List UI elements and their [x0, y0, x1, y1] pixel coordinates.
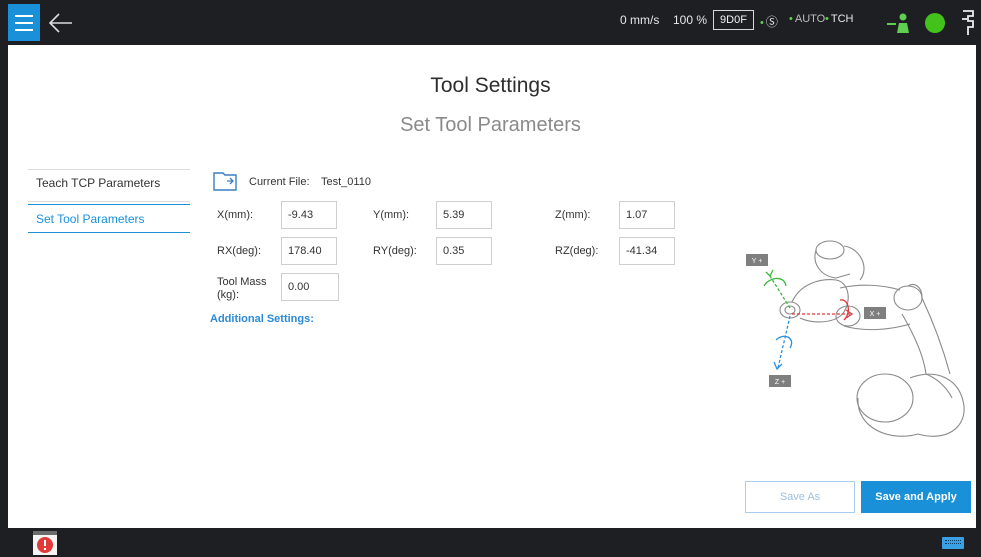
save-as-button[interactable]: Save As — [745, 481, 855, 513]
safety-indicator: • Ⓢ — [760, 15, 778, 29]
folder-open-icon[interactable] — [213, 171, 237, 191]
ry-label: RY(deg): — [373, 245, 417, 257]
ry-input[interactable]: 0.35 — [436, 237, 492, 265]
sidebar-item-set-tool[interactable]: Set Tool Parameters — [36, 212, 145, 226]
speed-readout: 0 mm/s — [620, 13, 660, 27]
error-alert-icon[interactable] — [32, 530, 58, 556]
mode-auto: • AUTO — [789, 13, 826, 25]
robot-connection-icon — [887, 13, 909, 33]
back-arrow-icon[interactable] — [46, 10, 76, 36]
status-indicator-icon — [925, 13, 945, 33]
axis-y-label: Y + — [752, 258, 763, 265]
y-input[interactable]: 5.39 — [436, 201, 492, 229]
z-input[interactable]: 1.07 — [619, 201, 675, 229]
rx-label: RX(deg): — [217, 245, 262, 257]
additional-settings-link[interactable]: Additional Settings: — [210, 313, 314, 325]
hamburger-icon — [15, 14, 33, 17]
rz-input[interactable]: -41.34 — [619, 237, 675, 265]
nav-active-indicator — [28, 204, 190, 205]
nav-active-indicator — [28, 232, 190, 233]
nav-divider — [28, 169, 190, 170]
z-label: Z(mm): — [555, 209, 591, 221]
robot-arm-icon[interactable] — [959, 8, 977, 38]
y-label: Y(mm): — [373, 209, 410, 221]
speed-percent: 100 % — [673, 13, 708, 27]
menu-button[interactable] — [8, 4, 40, 41]
tool-mass-label: Tool Mass — [217, 276, 267, 288]
nav-divider — [28, 201, 190, 202]
page-title: Tool Settings — [430, 74, 551, 97]
top-bar: 0 mm/s 100 % 9D0F • Ⓢ • AUTO • TCH — [0, 0, 981, 45]
bottom-bar — [0, 528, 981, 557]
keyboard-icon[interactable] — [942, 537, 964, 549]
current-file-value: Test_0110 — [321, 176, 371, 188]
x-label: X(mm): — [217, 209, 254, 221]
rx-input[interactable]: 178.40 — [281, 237, 337, 265]
axis-x-label: X + — [870, 311, 881, 318]
tool-mass-unit: (kg): — [217, 289, 239, 301]
axis-z-label: Z + — [775, 379, 785, 386]
x-input[interactable]: -9.43 — [281, 201, 337, 229]
page-subtitle: Set Tool Parameters — [400, 114, 581, 136]
safety-icon: Ⓢ — [765, 15, 778, 29]
save-and-apply-button[interactable]: Save and Apply — [861, 481, 971, 513]
robot-tcp-illustration: Y + X + Z + — [746, 240, 965, 437]
sidebar-item-teach-tcp[interactable]: Teach TCP Parameters — [36, 176, 160, 190]
current-file-label: Current File: — [249, 176, 310, 188]
dof-badge: 9D0F — [713, 10, 754, 30]
rz-label: RZ(deg): — [555, 245, 599, 257]
mode-tch: • TCH — [825, 13, 854, 25]
tool-mass-input[interactable]: 0.00 — [281, 273, 339, 301]
